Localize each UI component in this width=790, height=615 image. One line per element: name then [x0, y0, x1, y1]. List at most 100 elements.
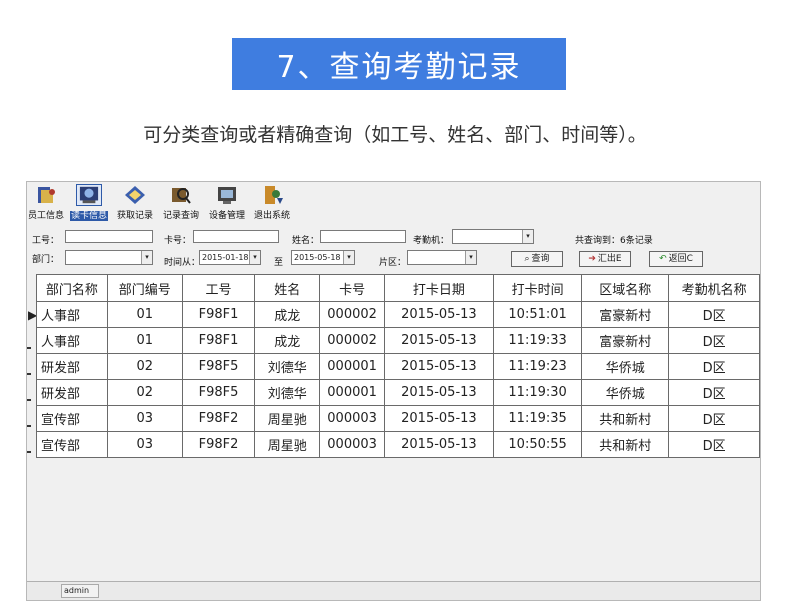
cell: F98F5	[181, 353, 256, 380]
exit-icon	[265, 186, 283, 204]
cell: 2015-05-13	[384, 301, 494, 328]
cell: 02	[106, 353, 183, 380]
table-header-row: 部门名称 部门编号 工号 姓名 卡号 打卡日期 打卡时间 区域名称 考勤机名称	[36, 274, 760, 302]
date-from-picker[interactable]: 2015-01-18 ▾	[199, 250, 261, 265]
cell: 11:19:35	[492, 405, 583, 432]
data-grid-area: ▶ 部门名称 部门编号 工号 姓名 卡号 打卡日期 打卡时间 区域名称 考勤机名…	[27, 274, 760, 579]
to-label: 至	[274, 258, 284, 268]
cell: 周星驰	[254, 405, 321, 432]
col-punch-time[interactable]: 打卡时间	[492, 274, 583, 302]
date-to-value: 2015-05-18	[294, 253, 341, 262]
page-banner: 7、查询考勤记录	[232, 38, 566, 90]
col-machine-name[interactable]: 考勤机名称	[668, 274, 760, 302]
cell: 000002	[319, 327, 386, 354]
cell: D区	[668, 405, 760, 432]
table-row[interactable]: 人事部 01 F98F1 成龙 000002 2015-05-13 10:51:…	[36, 301, 760, 328]
toolbar-device-management[interactable]: 设备管理	[207, 184, 247, 222]
export-button[interactable]: ➔ 汇出E	[579, 251, 631, 267]
col-name[interactable]: 姓名	[254, 274, 321, 302]
cell: 人事部	[36, 301, 108, 328]
machine-label: 考勤机：	[413, 236, 450, 246]
toolbar-label: 设备管理	[208, 211, 245, 221]
job-no-label: 工号：	[32, 236, 60, 246]
cell: 华侨城	[581, 353, 670, 380]
cell: 000001	[319, 353, 386, 380]
cell: D区	[668, 379, 760, 406]
search-icon: ⌕	[524, 254, 530, 264]
cell: D区	[668, 353, 760, 380]
cell: 共和新村	[581, 431, 670, 458]
cell: 11:19:23	[492, 353, 583, 380]
date-to-picker[interactable]: 2015-05-18 ▾	[291, 250, 355, 265]
cell: 宣传部	[36, 405, 108, 432]
col-area-name[interactable]: 区域名称	[581, 274, 670, 302]
device-icon	[218, 187, 236, 204]
cell: D区	[668, 301, 760, 328]
cell: F98F1	[181, 301, 256, 328]
row-marker	[27, 399, 31, 401]
toolbar-label: 读卡信息	[69, 211, 108, 221]
cell: 11:19:33	[492, 327, 583, 354]
cell: 刘德华	[254, 353, 321, 380]
table-row[interactable]: 人事部 01 F98F1 成龙 000002 2015-05-13 11:19:…	[36, 327, 760, 354]
col-job-no[interactable]: 工号	[181, 274, 256, 302]
toolbar-exit-system[interactable]: 退出系统	[253, 184, 291, 222]
name-input[interactable]	[320, 230, 406, 243]
cell: 共和新村	[581, 405, 670, 432]
export-icon: ➔	[588, 254, 596, 264]
row-marker	[27, 425, 31, 427]
area-select[interactable]: ▾	[407, 250, 477, 265]
cell: F98F2	[181, 405, 256, 432]
cell: 成龙	[254, 327, 321, 354]
table-row[interactable]: 宣传部 03 F98F2 周星驰 000003 2015-05-13 11:19…	[36, 405, 760, 432]
job-no-input[interactable]	[65, 230, 153, 243]
col-dept-no[interactable]: 部门编号	[106, 274, 183, 302]
card-no-input[interactable]	[193, 230, 279, 243]
toolbar-fetch-record[interactable]: 获取记录	[115, 184, 155, 222]
status-bar: admin	[27, 581, 760, 600]
row-marker	[27, 373, 31, 375]
cell: 研发部	[36, 353, 108, 380]
cell: 人事部	[36, 327, 108, 354]
cell: 成龙	[254, 301, 321, 328]
dept-select[interactable]: ▾	[65, 250, 153, 265]
result-count: 共查询到：6条记录	[575, 236, 653, 246]
cell: 研发部	[36, 379, 108, 406]
toolbar-card-reader[interactable]: 读卡信息	[68, 184, 110, 222]
cell: 2015-05-13	[384, 327, 494, 354]
col-card-no[interactable]: 卡号	[319, 274, 386, 302]
cell: 02	[106, 379, 183, 406]
record-query-icon	[172, 188, 191, 204]
toolbar-label: 记录查询	[162, 211, 199, 221]
toolbar-record-query[interactable]: 记录查询	[161, 184, 201, 222]
chevron-down-icon: ▾	[465, 251, 476, 264]
page-subtitle: 可分类查询或者精确查询（如工号、姓名、部门、时间等）。	[143, 124, 647, 146]
col-punch-date[interactable]: 打卡日期	[384, 274, 494, 302]
toolbar: 员工信息 读卡信息 获取记录 记录查询 设备管理 退出系统	[27, 182, 760, 224]
cell: 10:51:01	[492, 301, 583, 328]
cell: 2015-05-13	[384, 405, 494, 432]
query-button[interactable]: ⌕ 查询	[511, 251, 563, 267]
cell: 03	[106, 431, 183, 458]
cell: 刘德华	[254, 379, 321, 406]
machine-select[interactable]: ▾	[452, 229, 534, 244]
table-row[interactable]: 研发部 02 F98F5 刘德华 000001 2015-05-13 11:19…	[36, 353, 760, 380]
cell: 富豪新村	[581, 327, 670, 354]
attendance-table: 部门名称 部门编号 工号 姓名 卡号 打卡日期 打卡时间 区域名称 考勤机名称 …	[36, 274, 760, 458]
attendance-app-window: 员工信息 读卡信息 获取记录 记录查询 设备管理 退出系统 工号： 卡号： 姓名…	[26, 181, 761, 601]
back-button[interactable]: ↶ 返回C	[649, 251, 703, 267]
row-marker	[27, 451, 31, 453]
table-row[interactable]: 宣传部 03 F98F2 周星驰 000003 2015-05-13 10:50…	[36, 431, 760, 458]
chevron-down-icon: ▾	[522, 230, 533, 243]
cell: 11:19:30	[492, 379, 583, 406]
status-user: admin	[61, 584, 99, 598]
cell: 周星驰	[254, 431, 321, 458]
col-dept-name[interactable]: 部门名称	[36, 274, 108, 302]
fetch-record-icon	[125, 186, 145, 204]
toolbar-employee-info[interactable]: 员工信息	[27, 184, 65, 222]
toolbar-label: 获取记录	[116, 211, 153, 221]
table-row[interactable]: 研发部 02 F98F5 刘德华 000001 2015-05-13 11:19…	[36, 379, 760, 406]
cell: D区	[668, 327, 760, 354]
dept-label: 部门：	[32, 255, 60, 265]
cell: F98F1	[181, 327, 256, 354]
